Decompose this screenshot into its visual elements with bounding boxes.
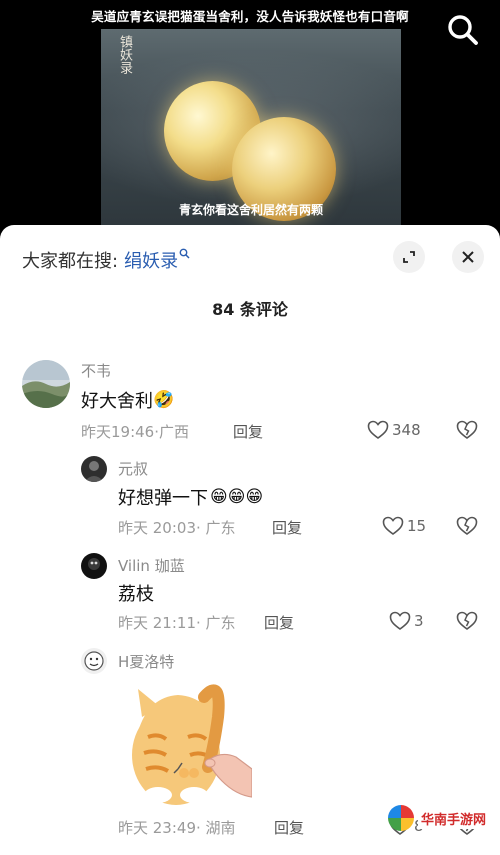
broken-heart-icon [456, 611, 478, 630]
comment-emoji: 🤣 [153, 390, 175, 410]
reply-button[interactable]: 回复 [274, 817, 304, 838]
video-player[interactable]: 吴道应青玄误把猫蛋当舍利，没人告诉我妖怪也有口音啊 镇妖录 青玄你看这舍利居然有… [0, 0, 500, 235]
dislike-button[interactable] [456, 611, 478, 635]
video-title: 吴道应青玄误把猫蛋当舍利，没人告诉我妖怪也有口音啊 [91, 9, 409, 24]
comment-meta: 昨天 20:03· 广东 [118, 517, 236, 538]
cat-sticker [118, 677, 252, 811]
trending-search-label: 大家都在搜: [22, 251, 119, 272]
comment-username[interactable]: 元叔 [118, 458, 148, 479]
meta-separator: · [196, 614, 206, 632]
like-count: 348 [392, 421, 421, 439]
comment-meta: 昨天 21:11· 广东 [118, 612, 236, 633]
search-icon [448, 15, 478, 45]
comment-time: 昨天19:46 [81, 423, 155, 441]
comment-text-body: 荔枝 [118, 584, 154, 605]
like-button[interactable]: 348 [367, 420, 421, 440]
reply-button[interactable]: 回复 [264, 612, 294, 633]
comment-text: 好想弹一下 😁😁😁 [118, 484, 263, 510]
search-button[interactable] [444, 11, 482, 49]
heart-icon [382, 516, 404, 535]
comment-text-body: 好想弹一下 [118, 488, 208, 509]
search-icon [179, 248, 190, 262]
comment-location: 广西 [159, 423, 190, 441]
avatar[interactable] [81, 553, 107, 579]
dislike-button[interactable] [456, 420, 478, 444]
watermark-text: 华南手游网 [418, 807, 490, 829]
watermark-logo [388, 805, 414, 831]
broken-heart-icon [456, 420, 478, 439]
close-button[interactable] [452, 241, 484, 273]
close-icon [462, 251, 474, 263]
reply-button[interactable]: 回复 [233, 421, 263, 442]
video-frame: 镇妖录 青玄你看这舍利居然有两颗 [101, 29, 401, 235]
comment-count: 84 条评论 [212, 300, 288, 319]
heart-icon [389, 611, 411, 630]
site-watermark: 华南手游网 [388, 800, 490, 836]
comment-username[interactable]: H夏洛特 [118, 651, 174, 672]
avatar[interactable] [81, 456, 107, 482]
video-logo: 镇妖录 [117, 35, 132, 74]
comment-meta: 昨天 23:49· 湖南 [118, 817, 236, 838]
meta-separator: · [196, 519, 206, 537]
collapse-icon [403, 251, 415, 263]
like-count: 3 [414, 612, 424, 630]
like-button[interactable]: 15 [382, 516, 426, 536]
comment-time: 昨天 23:49 [118, 819, 196, 837]
like-button[interactable]: 3 [389, 611, 424, 631]
meta-separator: · [196, 819, 206, 837]
comment-time: 昨天 20:03 [118, 519, 196, 537]
comment-username[interactable]: Vilin 珈蓝 [118, 555, 185, 576]
comment-text: 荔枝 [118, 580, 154, 606]
comment-location: 广东 [205, 519, 236, 537]
comment-location: 广东 [205, 614, 236, 632]
comment-time: 昨天 21:11 [118, 614, 196, 632]
heart-icon [367, 420, 389, 439]
comment-text-body: 好大舍利 [81, 391, 153, 412]
like-count: 15 [407, 517, 427, 535]
comment-username[interactable]: 不韦 [81, 360, 111, 381]
trending-search-term[interactable]: 绢妖录 [124, 247, 178, 273]
trending-search[interactable]: 大家都在搜: 绢妖录 [22, 247, 190, 273]
avatar[interactable] [81, 648, 107, 674]
reply-button[interactable]: 回复 [272, 517, 302, 538]
comment-sheet: 大家都在搜: 绢妖录 84 条评论 不韦 好大舍利 🤣 昨天19:46·广西 回… [0, 225, 500, 855]
comment-location: 湖南 [205, 819, 236, 837]
comment-meta: 昨天19:46·广西 [81, 421, 189, 442]
broken-heart-icon [456, 516, 478, 535]
collapse-button[interactable] [393, 241, 425, 273]
comment-text: 好大舍利 🤣 [81, 387, 174, 413]
comment-emoji: 😁😁😁 [210, 487, 264, 507]
avatar[interactable] [22, 360, 70, 408]
dislike-button[interactable] [456, 516, 478, 540]
video-subtitle: 青玄你看这舍利居然有两颗 [178, 203, 323, 217]
